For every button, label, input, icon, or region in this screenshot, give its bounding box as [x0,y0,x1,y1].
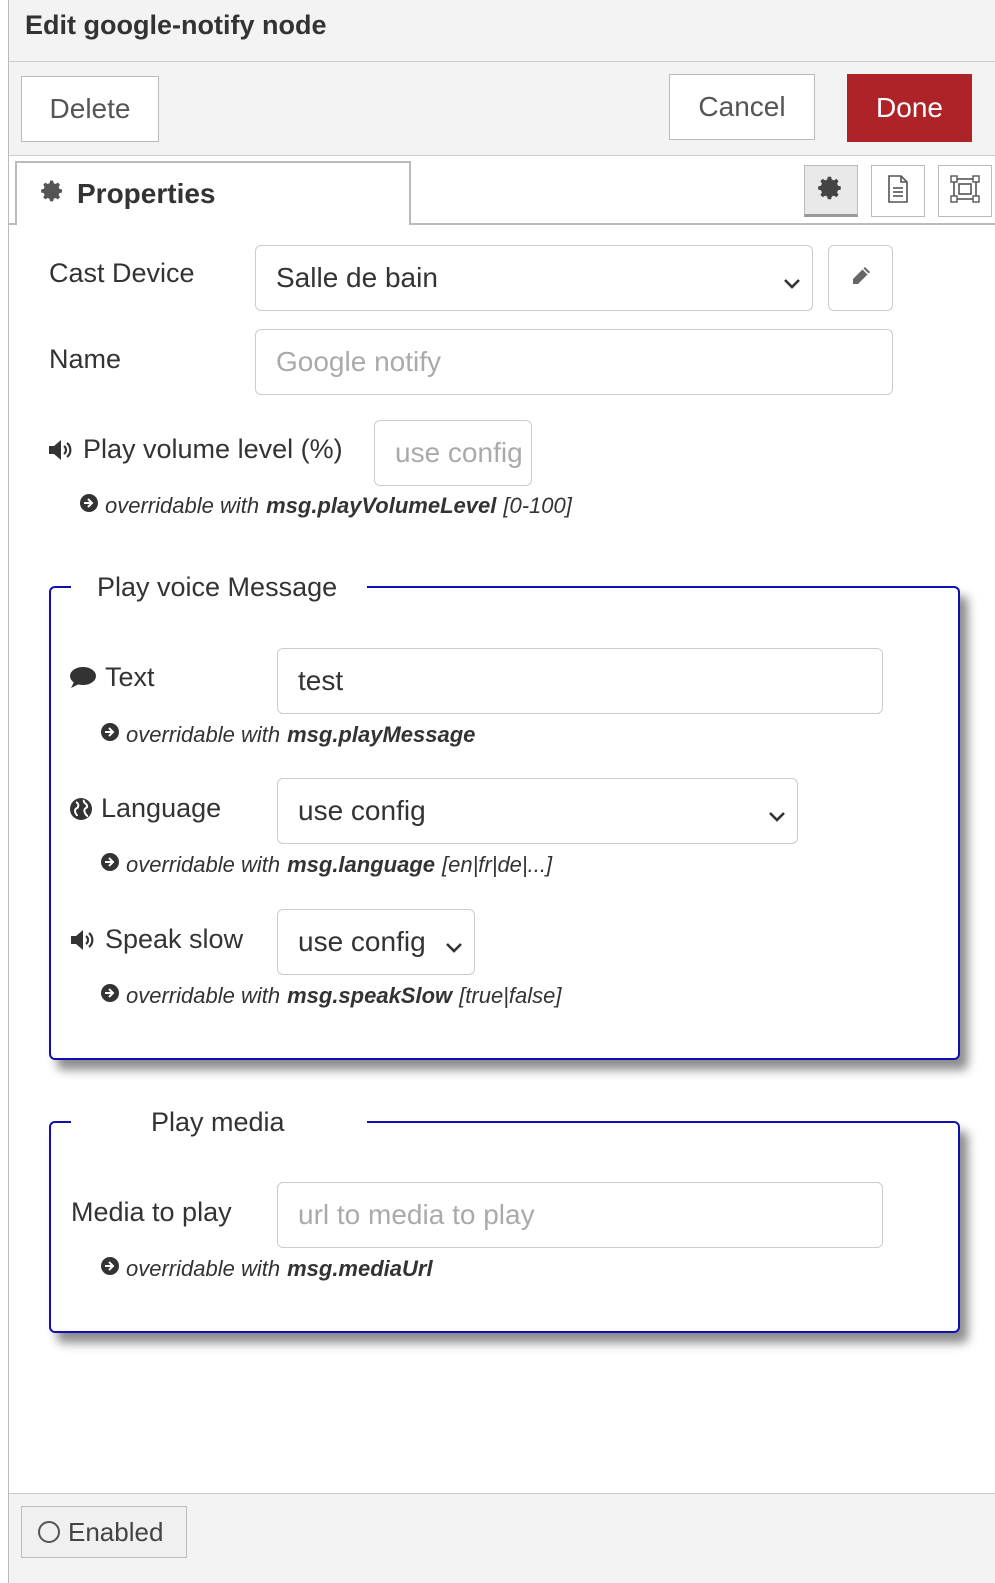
edit-dialog: Edit google-notify node Delete Cancel Do… [8,0,995,1583]
chevron-down-icon [767,801,787,833]
hint-range: [0-100] [503,493,572,518]
tab-description-icon[interactable] [871,165,925,217]
gear-icon [41,178,65,210]
arrow-circle-right-icon [79,493,99,519]
hint-key: msg.speakSlow [287,983,453,1008]
dialog-footer: Enabled [9,1493,995,1583]
title-bar: Edit google-notify node [9,0,995,62]
document-icon [886,174,910,208]
hint-key: msg.language [287,852,435,877]
speak-slow-value: use config [298,926,426,957]
volume-input[interactable]: use config [374,420,532,486]
voice-legend: Play voice Message [71,572,367,603]
language-hint: overridable with msg.language [en|fr|de|… [100,852,552,878]
language-label-row: Language [69,793,221,824]
gear-icon [818,175,844,206]
media-url-input[interactable]: url to media to play [277,1182,883,1248]
language-select[interactable]: use config [277,778,798,844]
volume-hint: overridable with msg.playVolumeLevel [0-… [79,493,572,519]
media-legend: Play media [71,1107,367,1138]
tab-appearance-icon[interactable] [938,165,992,217]
arrow-circle-right-icon [100,852,120,878]
text-label: Text [105,662,155,692]
speak-slow-label: Speak slow [105,924,244,954]
delete-button[interactable]: Delete [21,76,159,142]
speak-slow-select[interactable]: use config [277,909,475,975]
enabled-toggle-button[interactable]: Enabled [21,1506,187,1558]
edit-cast-device-button[interactable] [828,245,893,311]
name-input[interactable]: Google notify [255,329,893,395]
hint-prefix: overridable with [126,852,281,877]
language-value: use config [298,795,426,826]
media-hint: overridable with msg.mediaUrl [100,1256,433,1282]
dialog-toolbar: Delete Cancel Done [9,62,995,156]
enabled-label: Enabled [68,1516,164,1547]
text-input[interactable]: test [277,648,883,714]
speak-slow-hint: overridable with msg.speakSlow [true|fal… [100,983,561,1009]
circle-icon [38,1521,60,1543]
frame-icon [950,174,980,208]
text-hint: overridable with msg.playMessage [100,722,475,748]
hint-prefix: overridable with [126,722,281,747]
text-label-row: Text [69,662,155,693]
volume-label: Play volume level (%) [83,434,343,464]
arrow-circle-right-icon [100,983,120,1009]
tab-properties[interactable]: Properties [15,161,411,225]
hint-key: msg.playVolumeLevel [266,493,497,518]
done-button[interactable]: Done [847,74,972,142]
hint-prefix: overridable with [126,1256,281,1281]
globe-icon [69,797,93,821]
hint-prefix: overridable with [105,493,260,518]
name-label: Name [49,344,122,374]
volume-label-row: Play volume level (%) [47,434,343,465]
chevron-down-icon [444,932,464,964]
tab-settings-icon[interactable] [804,165,858,217]
chevron-down-icon [782,268,802,300]
cancel-button[interactable]: Cancel [669,74,815,140]
comment-icon [69,666,97,690]
pencil-icon [850,265,872,292]
speak-slow-label-row: Speak slow [69,924,243,955]
hint-key: msg.playMessage [287,722,476,747]
hint-key: msg.mediaUrl [287,1256,433,1281]
dialog-title: Edit google-notify node [25,10,327,40]
cast-device-value: Salle de bain [276,262,438,293]
volume-icon [47,438,75,462]
cast-device-select[interactable]: Salle de bain [255,245,813,311]
hint-range: [true|false] [459,983,562,1008]
language-label: Language [101,793,222,823]
hint-range: [en|fr|de|...] [442,852,553,877]
media-label: Media to play [71,1197,232,1227]
arrow-circle-right-icon [100,1256,120,1282]
volume-icon [69,928,97,952]
tab-properties-label: Properties [77,178,216,209]
hint-prefix: overridable with [126,983,281,1008]
arrow-circle-right-icon [100,722,120,748]
cast-device-label: Cast Device [49,258,195,288]
